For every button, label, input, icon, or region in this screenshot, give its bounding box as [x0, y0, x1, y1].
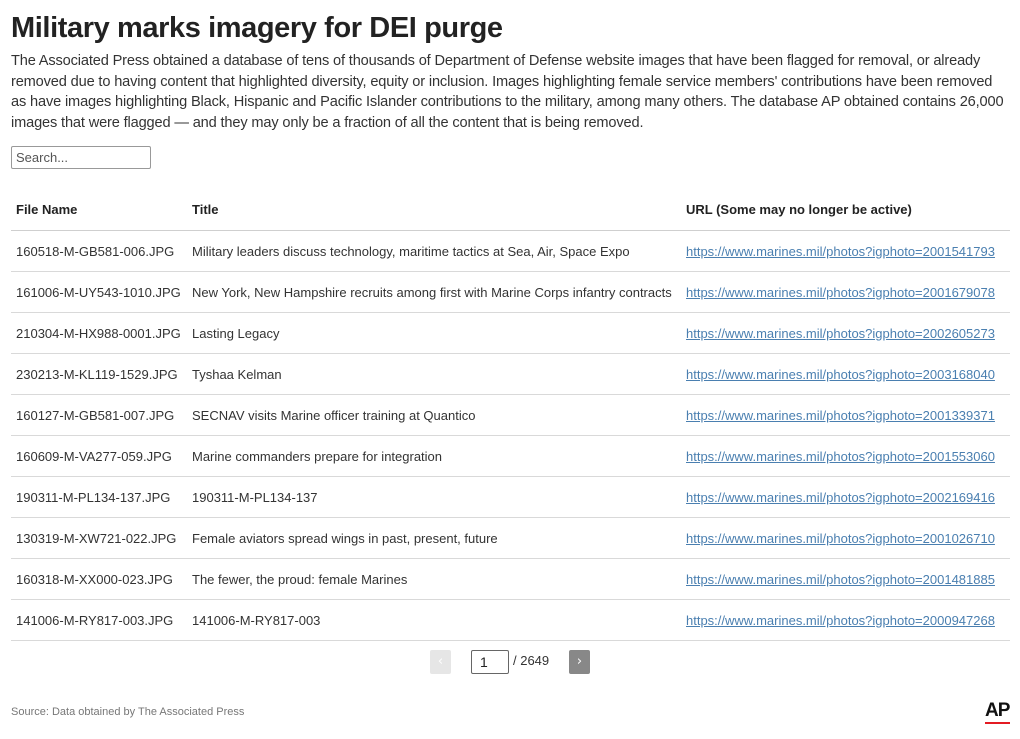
ap-logo-text: AP — [985, 700, 1010, 721]
search-input[interactable] — [11, 146, 151, 169]
page-number-input[interactable] — [471, 650, 509, 674]
cell-file-name: 141006-M-RY817-003.JPG — [11, 599, 187, 641]
cell-url: https://www.marines.mil/photos?igphoto=2… — [681, 312, 1010, 354]
table-row: 141006-M-RY817-003.JPG 141006-M-RY817-003… — [11, 599, 1010, 641]
cell-file-name: 160127-M-GB581-007.JPG — [11, 394, 187, 436]
data-table-wrapper: File Name Title URL (Some may no longer … — [11, 188, 1010, 641]
cell-file-name: 160518-M-GB581-006.JPG — [11, 230, 187, 272]
prev-page-button[interactable]: ‹ — [430, 650, 451, 674]
cell-file-name: 230213-M-KL119-1529.JPG — [11, 353, 187, 395]
cell-file-name: 160318-M-XX000-023.JPG — [11, 558, 187, 600]
cell-url: https://www.marines.mil/photos?igphoto=2… — [681, 517, 1010, 559]
ap-logo-accent-bar — [985, 722, 1010, 724]
url-link[interactable]: https://www.marines.mil/photos?igphoto=2… — [686, 613, 995, 628]
table-row: 130319-M-XW721-022.JPG Female aviators sp… — [11, 517, 1010, 559]
cell-title: Tyshaa Kelman — [187, 353, 681, 395]
url-link[interactable]: https://www.marines.mil/photos?igphoto=2… — [686, 326, 995, 341]
cell-file-name: 210304-M-HX988-0001.JPG — [11, 312, 187, 354]
cell-url: https://www.marines.mil/photos?igphoto=2… — [681, 599, 1010, 641]
page-total: / 2649 — [513, 653, 550, 668]
cell-url: https://www.marines.mil/photos?igphoto=2… — [681, 230, 1010, 272]
cell-title: New York, New Hampshire recruits among f… — [187, 271, 681, 313]
cell-url: https://www.marines.mil/photos?igphoto=2… — [681, 435, 1010, 477]
cell-title: Female aviators spread wings in past, pr… — [187, 517, 681, 559]
cell-title: Marine commanders prepare for integratio… — [187, 435, 681, 477]
url-link[interactable]: https://www.marines.mil/photos?igphoto=2… — [686, 531, 995, 546]
cell-title: 141006-M-RY817-003 — [187, 599, 681, 641]
cell-url: https://www.marines.mil/photos?igphoto=2… — [681, 353, 1010, 395]
table-row: 160318-M-XX000-023.JPG The fewer, the pro… — [11, 558, 1010, 600]
cell-file-name: 130319-M-XW721-022.JPG — [11, 517, 187, 559]
cell-url: https://www.marines.mil/photos?igphoto=2… — [681, 476, 1010, 518]
url-link[interactable]: https://www.marines.mil/photos?igphoto=2… — [686, 285, 995, 300]
page-title: Military marks imagery for DEI purge — [11, 12, 503, 44]
cell-title: SECNAV visits Marine officer training at… — [187, 394, 681, 436]
cell-url: https://www.marines.mil/photos?igphoto=2… — [681, 558, 1010, 600]
cell-title: 190311-M-PL134-137 — [187, 476, 681, 518]
data-table: File Name Title URL (Some may no longer … — [11, 188, 1010, 641]
column-header-title[interactable]: Title — [187, 188, 681, 231]
cell-file-name: 161006-M-UY543-1010.JPG — [11, 271, 187, 313]
url-link[interactable]: https://www.marines.mil/photos?igphoto=2… — [686, 244, 995, 259]
url-link[interactable]: https://www.marines.mil/photos?igphoto=2… — [686, 572, 995, 587]
cell-title: The fewer, the proud: female Marines — [187, 558, 681, 600]
cell-url: https://www.marines.mil/photos?igphoto=2… — [681, 394, 1010, 436]
table-row: 161006-M-UY543-1010.JPG New York, New Ham… — [11, 271, 1010, 313]
table-header-row: File Name Title URL (Some may no longer … — [11, 188, 1010, 231]
column-header-file-name[interactable]: File Name — [11, 188, 187, 231]
table-row: 160518-M-GB581-006.JPG Military leaders d… — [11, 230, 1010, 272]
pagination: ‹ / 2649 › — [11, 650, 1010, 674]
next-page-button[interactable]: › — [569, 650, 590, 674]
table-row: 230213-M-KL119-1529.JPG Tyshaa Kelman http… — [11, 353, 1010, 395]
url-link[interactable]: https://www.marines.mil/photos?igphoto=2… — [686, 408, 995, 423]
cell-title: Military leaders discuss technology, mar… — [187, 230, 681, 272]
url-link[interactable]: https://www.marines.mil/photos?igphoto=2… — [686, 367, 995, 382]
source-credit: Source: Data obtained by The Associated … — [11, 706, 245, 718]
url-link[interactable]: https://www.marines.mil/photos?igphoto=2… — [686, 449, 995, 464]
table-row: 160127-M-GB581-007.JPG SECNAV visits Mari… — [11, 394, 1010, 436]
cell-file-name: 160609-M-VA277-059.JPG — [11, 435, 187, 477]
table-row: 210304-M-HX988-0001.JPG Lasting Legacy htt… — [11, 312, 1010, 354]
cell-title: Lasting Legacy — [187, 312, 681, 354]
url-link[interactable]: https://www.marines.mil/photos?igphoto=2… — [686, 490, 995, 505]
cell-file-name: 190311-M-PL134-137.JPG — [11, 476, 187, 518]
table-body: 160518-M-GB581-006.JPG Military leaders d… — [11, 230, 1010, 641]
cell-url: https://www.marines.mil/photos?igphoto=2… — [681, 271, 1010, 313]
table-row: 160609-M-VA277-059.JPG Marine commanders … — [11, 435, 1010, 477]
intro-description: The Associated Press obtained a database… — [11, 53, 1004, 131]
ap-logo: AP — [985, 701, 1010, 725]
table-row: 190311-M-PL134-137.JPG 190311-M-PL134-137… — [11, 476, 1010, 518]
column-header-url[interactable]: URL (Some may no longer be active) — [681, 188, 1010, 231]
